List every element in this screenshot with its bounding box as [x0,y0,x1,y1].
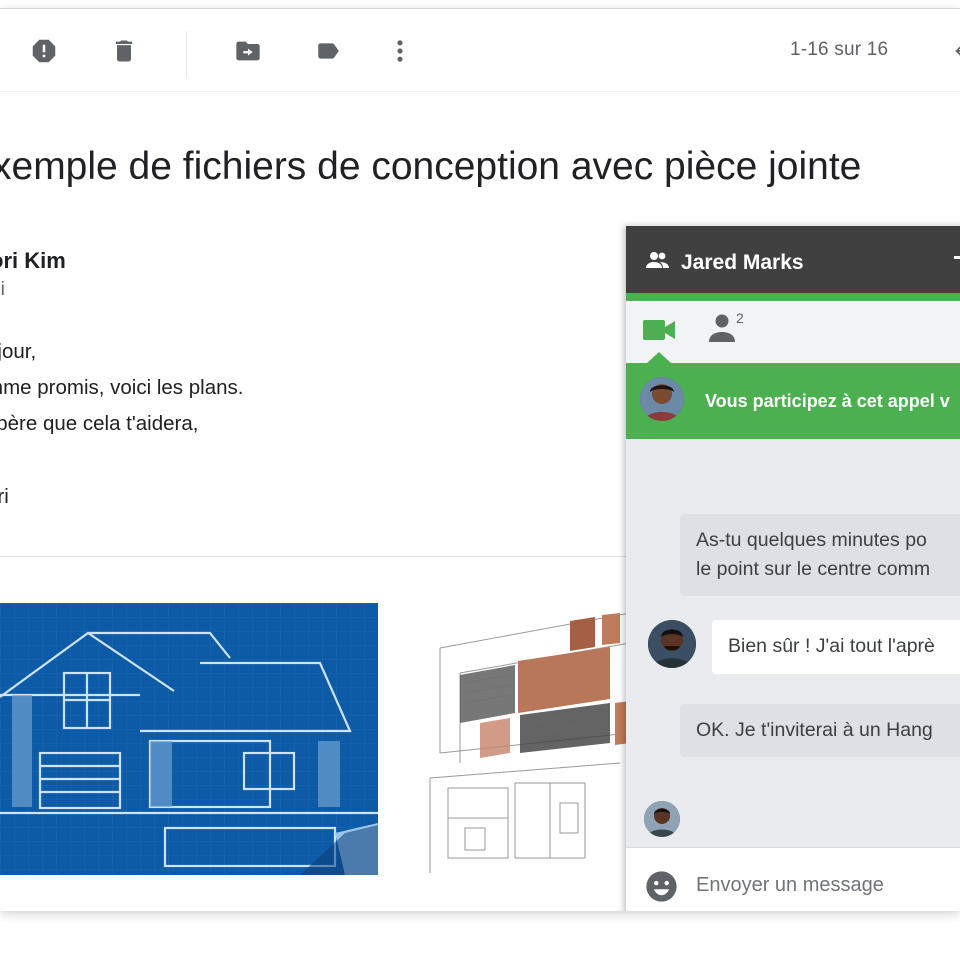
mail-toolbar: 1-16 sur 16 [0,9,960,91]
move-to-icon[interactable] [232,35,264,67]
call-banner[interactable]: Vous participez à cet appel v [626,363,960,439]
chat-header-accent [626,293,960,301]
email-subject: xemple de fichiers de conception avec pi… [0,145,862,188]
label-icon[interactable] [312,35,344,67]
blueprint-house-image[interactable] [0,603,378,875]
participants-tab[interactable]: 2 [708,310,756,346]
video-call-icon[interactable] [642,318,678,344]
report-spam-icon[interactable] [28,35,60,67]
avatar [648,620,696,668]
sender-name[interactable]: ori Kim [0,248,66,274]
architecture-sketch-image[interactable] [420,603,630,875]
minimize-icon[interactable] [954,256,960,259]
email-body-line: spère que cela t'aidera, [0,412,199,435]
person-icon [709,314,735,342]
message-line: As-tu quelques minutes po [696,529,927,551]
call-banner-text: Vous participez à cet appel v [705,391,950,411]
chat-header[interactable]: Jared Marks [626,226,960,293]
email-body-line: mme promis, voici les plans. [0,376,244,399]
more-vert-icon[interactable] [384,35,416,67]
back-arrow-icon[interactable] [946,35,960,67]
mail-window: 1-16 sur 16 xemple de fichiers de concep… [0,8,960,911]
chat-title: Jared Marks [681,251,804,274]
chat-tabs: 2 [626,301,960,363]
chat-panel: Jared Marks 2 Vous participez à cet appe… [626,226,960,911]
message-line: Bien sûr ! J'ai tout l'aprè [728,635,935,657]
chat-message-outgoing: OK. Je t'inviterai à un Hang [680,704,960,757]
attachments-divider [0,556,640,557]
delete-icon[interactable] [108,35,140,67]
message-line: le point sur le centre comm [696,558,931,580]
chat-message-incoming: Bien sûr ! J'ai tout l'aprè [712,620,960,674]
email-body-line: njour, [0,340,37,363]
email-body-line: ori [0,485,9,508]
pagination-count: 1-16 sur 16 [790,39,889,60]
toolbar-divider [0,91,960,92]
message-line: OK. Je t'inviterai à un Hang [696,719,933,741]
chat-message-outgoing: As-tu quelques minutes po le point sur l… [680,514,960,596]
participants-count: 2 [736,310,744,326]
active-tab-indicator [647,352,671,363]
message-input[interactable] [696,868,956,902]
avatar [644,801,680,837]
recipient-label[interactable]: oi [0,279,5,301]
avatar [640,377,684,421]
emoji-icon[interactable] [645,870,678,903]
toolbar-separator [186,31,187,77]
group-icon [646,250,670,272]
message-composer [626,847,960,911]
